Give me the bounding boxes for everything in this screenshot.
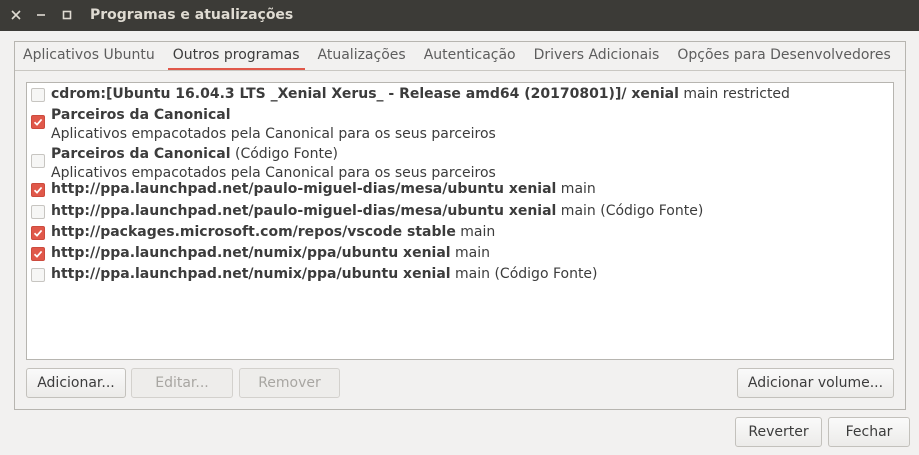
source-checkbox[interactable] [31, 205, 45, 219]
tab-opcoes-desenvolvedores[interactable]: Opções para Desenvolvedores [668, 41, 899, 70]
source-checkbox[interactable] [31, 268, 45, 282]
window-title: Programas e atualizações [90, 7, 294, 23]
maximize-icon[interactable] [59, 7, 75, 23]
sources-list[interactable]: cdrom:[Ubuntu 16.04.3 LTS _Xenial Xerus_… [26, 82, 894, 360]
tab-bar: Aplicativos Ubuntu Outros programas Atua… [14, 41, 900, 71]
source-label: http://ppa.launchpad.net/paulo-miguel-di… [51, 203, 704, 219]
source-checkbox[interactable] [31, 247, 45, 261]
source-label: http://ppa.launchpad.net/numix/ppa/ubunt… [51, 266, 598, 282]
source-checkbox[interactable] [31, 88, 45, 102]
revert-button[interactable]: Reverter [735, 417, 822, 447]
source-label: http://packages.microsoft.com/repos/vsco… [51, 224, 496, 240]
source-checkbox[interactable] [31, 115, 45, 129]
tab-aplicativos-ubuntu[interactable]: Aplicativos Ubuntu [14, 41, 164, 70]
checkmark-icon [33, 186, 43, 194]
tab-separator [15, 70, 905, 71]
close-icon[interactable] [8, 7, 24, 23]
add-volume-button[interactable]: Adicionar volume... [737, 368, 894, 398]
source-checkbox[interactable] [31, 154, 45, 168]
minimize-icon[interactable] [33, 7, 49, 23]
edit-button[interactable]: Editar... [131, 368, 233, 398]
source-checkbox[interactable] [31, 183, 45, 197]
source-label: Parceiros da Canonical Aplicativos empaco… [51, 107, 496, 142]
source-description: Aplicativos empacotados pela Canonical p… [51, 126, 496, 142]
tab-drivers-adicionais[interactable]: Drivers Adicionais [525, 41, 669, 70]
checkmark-icon [33, 229, 43, 237]
close-button[interactable]: Fechar [828, 417, 910, 447]
checkmark-icon [33, 118, 43, 126]
source-label: cdrom:[Ubuntu 16.04.3 LTS _Xenial Xerus_… [51, 86, 790, 102]
title-bar: Programas e atualizações [0, 0, 919, 31]
checkmark-icon [33, 250, 43, 258]
tab-autenticacao[interactable]: Autenticação [415, 41, 525, 70]
source-label: Parceiros da Canonical (Código Fonte) Apl… [51, 146, 496, 181]
source-checkbox[interactable] [31, 226, 45, 240]
add-button[interactable]: Adicionar... [26, 368, 126, 398]
source-label: http://ppa.launchpad.net/numix/ppa/ubunt… [51, 245, 491, 261]
source-label: http://ppa.launchpad.net/paulo-miguel-di… [51, 181, 596, 197]
remove-button[interactable]: Remover [239, 368, 340, 398]
tab-outros-programas[interactable]: Outros programas [164, 41, 309, 70]
tab-atualizacoes[interactable]: Atualizações [309, 41, 415, 70]
